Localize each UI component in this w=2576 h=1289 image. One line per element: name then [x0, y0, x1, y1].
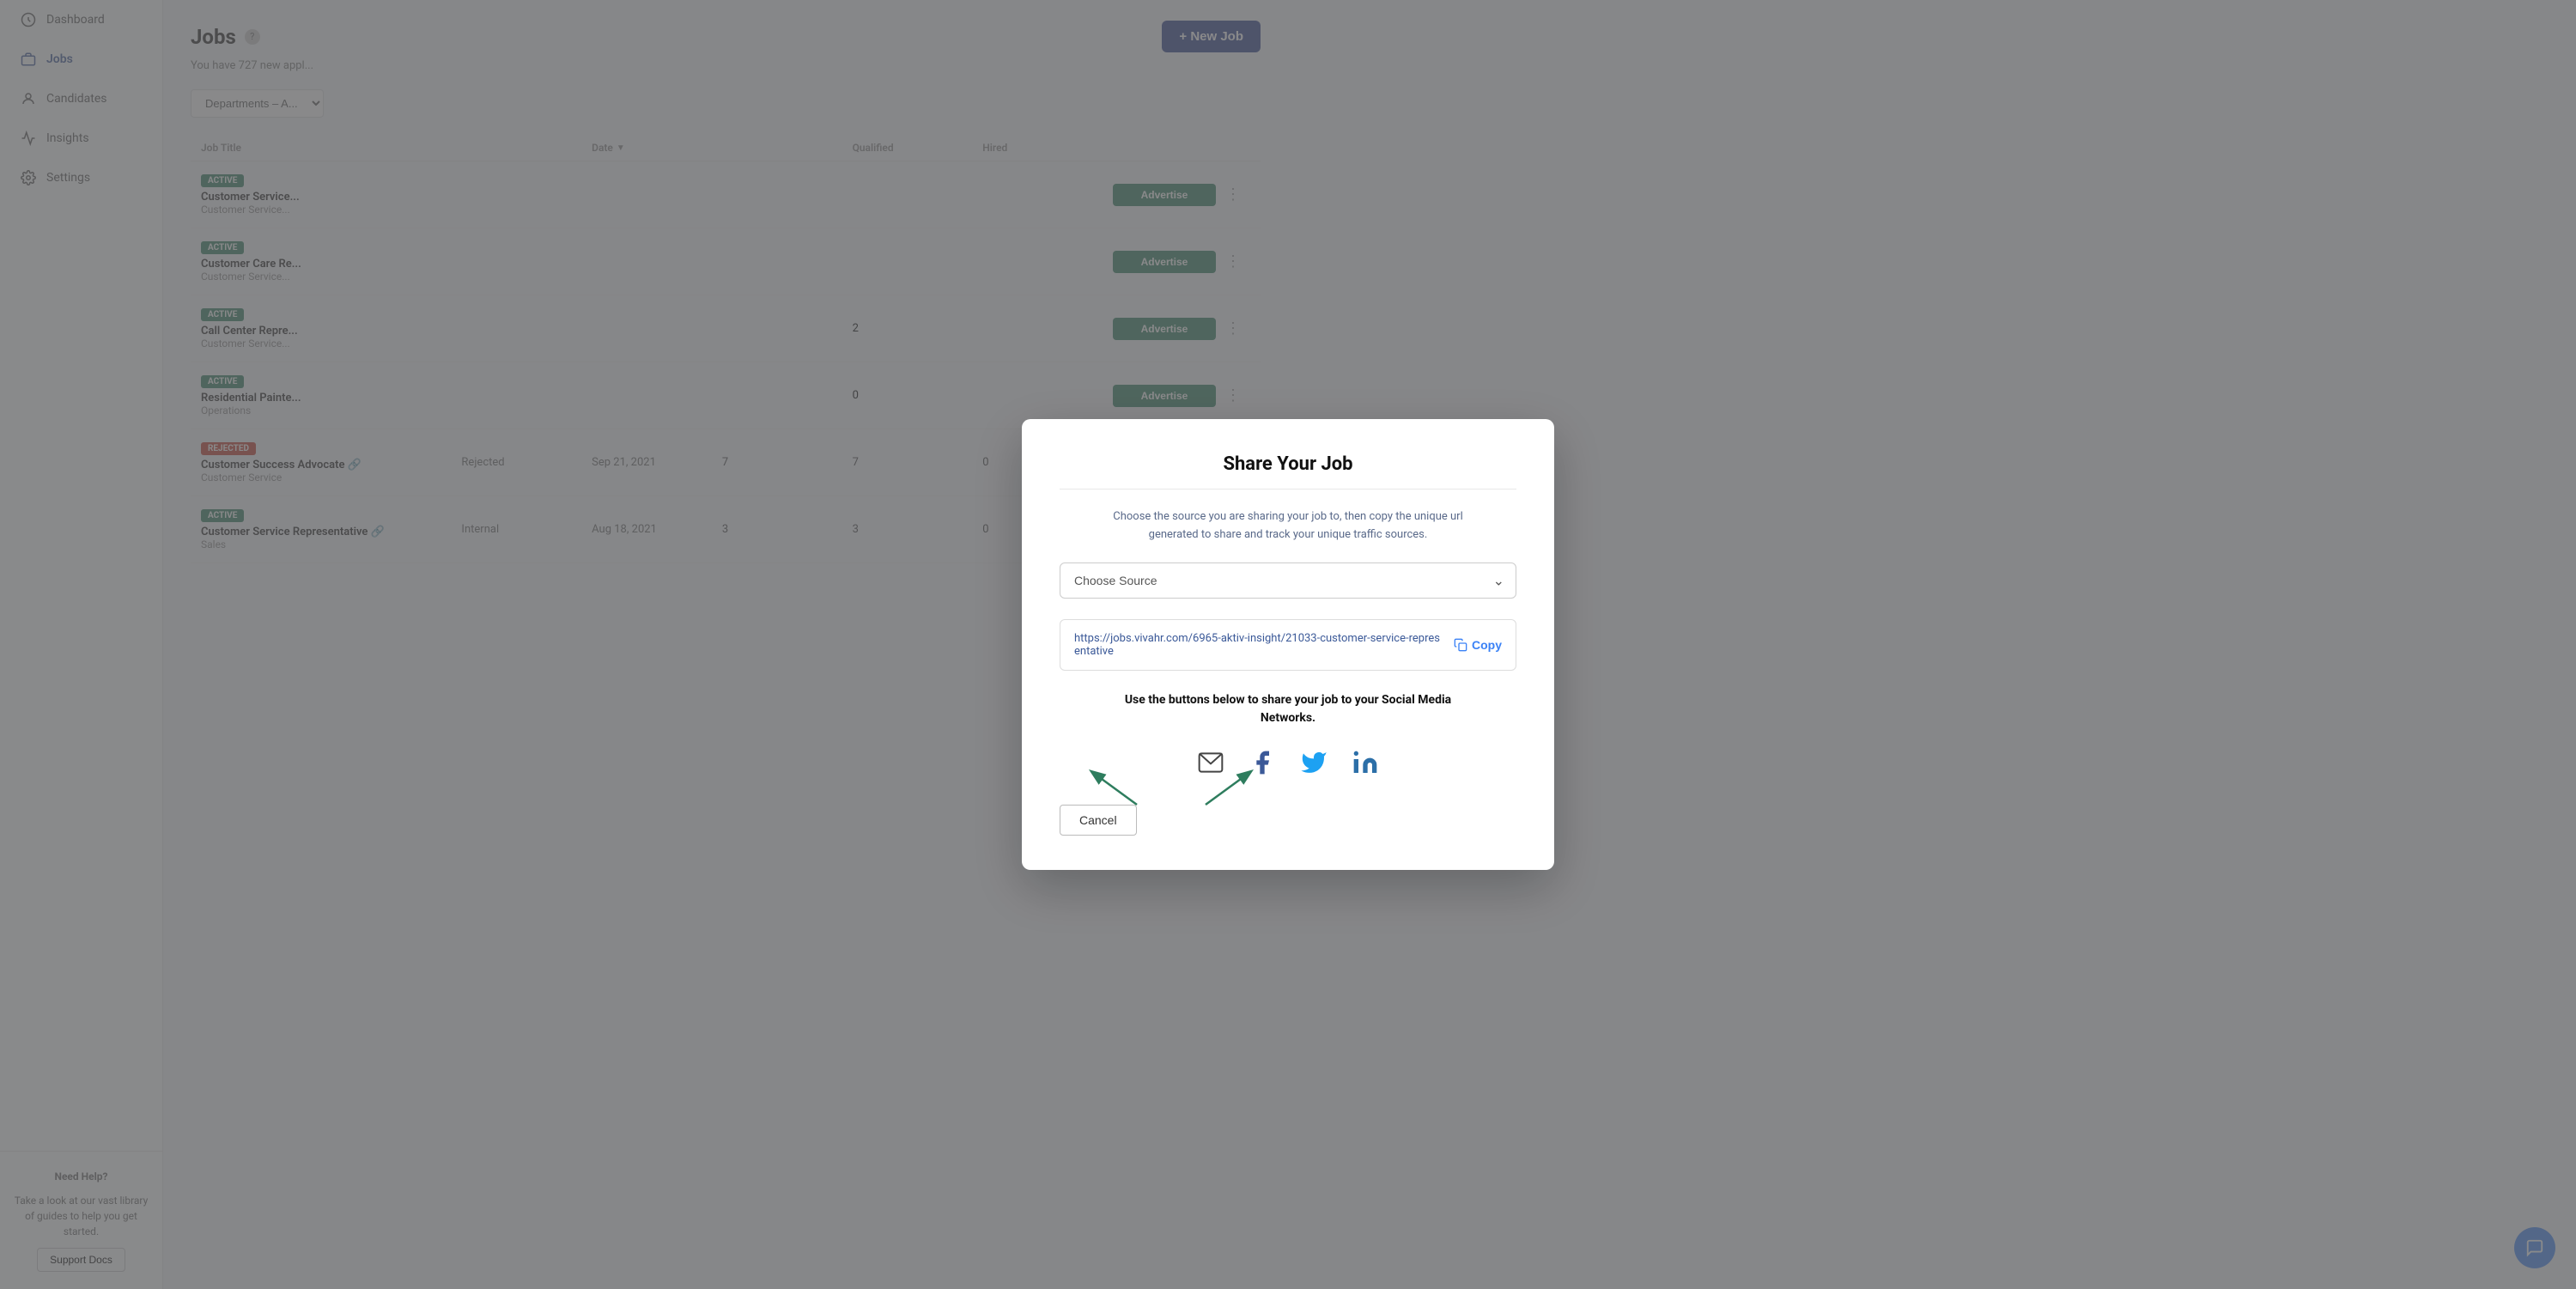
twitter-share-button[interactable]	[1296, 745, 1332, 781]
social-section-text: Use the buttons below to share your job …	[1060, 691, 1516, 727]
source-select-wrapper: Choose Source ⌄	[1060, 562, 1516, 599]
cancel-button[interactable]: Cancel	[1060, 805, 1137, 836]
copy-url-button[interactable]: Copy	[1454, 638, 1502, 652]
copy-label: Copy	[1472, 638, 1502, 652]
url-box: https://jobs.vivahr.com/6965-aktiv-insig…	[1060, 619, 1516, 671]
source-select[interactable]: Choose Source	[1060, 562, 1516, 599]
facebook-share-button[interactable]	[1244, 745, 1280, 781]
linkedin-share-button[interactable]	[1347, 745, 1383, 781]
modal-footer: Cancel	[1060, 805, 1516, 836]
modal-overlay[interactable]: Share Your Job Choose the source you are…	[0, 0, 2576, 1289]
social-icons-container	[1060, 745, 1516, 781]
share-job-modal: Share Your Job Choose the source you are…	[1022, 419, 1554, 871]
modal-title: Share Your Job	[1060, 453, 1516, 475]
twitter-icon	[1300, 749, 1327, 776]
email-icon	[1197, 749, 1224, 776]
job-url: https://jobs.vivahr.com/6965-aktiv-insig…	[1074, 632, 1443, 658]
facebook-icon	[1249, 749, 1276, 776]
email-share-button[interactable]	[1193, 745, 1229, 781]
linkedin-icon	[1352, 749, 1379, 776]
modal-subtitle: Choose the source you are sharing your j…	[1060, 508, 1516, 544]
